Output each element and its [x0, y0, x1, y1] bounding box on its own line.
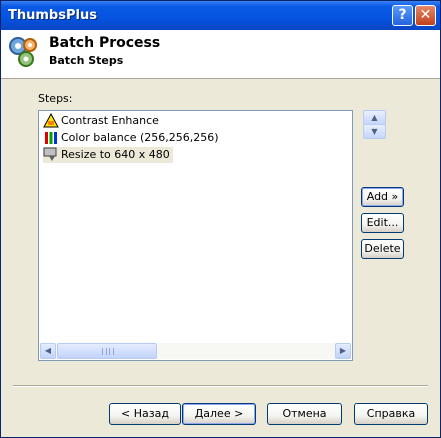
scroll-left-button[interactable]: ◀ — [40, 343, 56, 359]
window-title: ThumbsPlus — [8, 8, 97, 23]
edit-button[interactable]: Edit... — [361, 213, 404, 233]
scroll-thumb[interactable] — [57, 343, 157, 359]
page-subtitle: Batch Steps — [49, 54, 124, 67]
back-button[interactable]: < Назад — [109, 403, 181, 425]
grip-icon — [102, 348, 114, 355]
dialog-window: ThumbsPlus ? ✕ Batch Process Batch Steps… — [0, 0, 441, 438]
next-button[interactable]: Далее > — [182, 403, 256, 425]
move-up-button[interactable]: ▲ — [363, 110, 386, 125]
help-button[interactable]: Справка — [354, 403, 428, 425]
title-bar[interactable]: ThumbsPlus ? ✕ — [1, 1, 440, 30]
scroll-right-button[interactable]: ▶ — [335, 343, 351, 359]
list-item[interactable]: Resize to 640 x 480 — [43, 147, 173, 163]
steps-listbox[interactable]: Contrast Enhance Color balance (256,256,… — [38, 110, 353, 361]
list-item-label: Color balance (256,256,256) — [61, 131, 219, 144]
page-title: Batch Process — [49, 35, 161, 51]
steps-label: Steps: — [38, 92, 73, 105]
list-item-label: Contrast Enhance — [61, 114, 159, 127]
help-title-button[interactable]: ? — [392, 5, 413, 26]
gears-icon — [9, 37, 37, 67]
list-item[interactable]: Color balance (256,256,256) — [43, 130, 222, 146]
move-down-button[interactable]: ▼ — [363, 124, 386, 139]
wizard-header: Batch Process Batch Steps — [1, 30, 440, 79]
color-bars-icon — [45, 132, 57, 144]
footer-separator — [13, 385, 428, 387]
list-item[interactable]: Contrast Enhance — [43, 113, 162, 129]
delete-button[interactable]: Delete — [361, 239, 404, 259]
resize-icon — [43, 147, 57, 161]
contrast-icon — [43, 113, 59, 128]
close-button[interactable]: ✕ — [415, 5, 436, 26]
cancel-button[interactable]: Отмена — [267, 403, 342, 425]
add-button[interactable]: Add » — [361, 187, 404, 207]
list-item-label: Resize to 640 x 480 — [61, 148, 170, 161]
horizontal-scrollbar[interactable]: ◀ ▶ — [40, 343, 351, 359]
